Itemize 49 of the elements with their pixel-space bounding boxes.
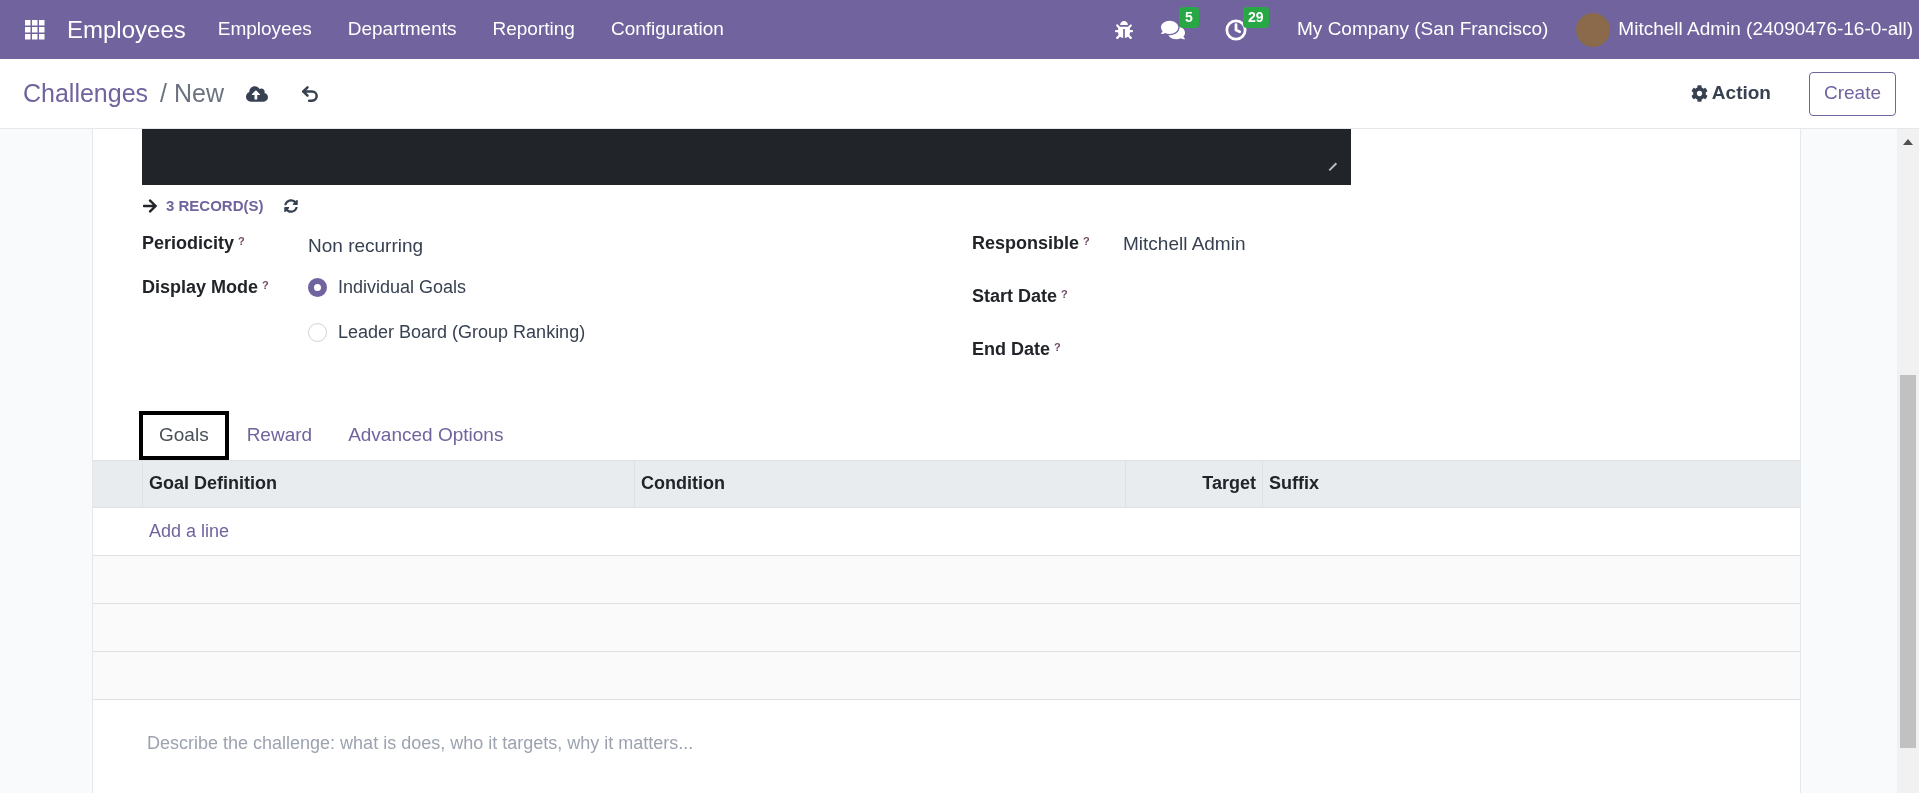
app-grid-icon[interactable] — [25, 19, 45, 40]
help-tooltip-mark[interactable]: ? — [1061, 287, 1068, 300]
tab[interactable]: Advanced Options — [330, 410, 522, 460]
refresh-icon[interactable] — [283, 199, 298, 214]
action-button[interactable]: Action — [1690, 79, 1771, 108]
column-header[interactable]: Goal Definition — [142, 460, 634, 507]
field-label: Periodicity $^{?}$ — [142, 231, 246, 255]
tab[interactable]: Reward — [228, 410, 331, 460]
column-header[interactable]: Suffix — [1262, 460, 1754, 507]
scroll-up-icon[interactable] — [1903, 139, 1913, 145]
debug-bug-icon[interactable] — [1115, 20, 1134, 39]
radio-label: Leader Board (Group Ranking) — [338, 321, 586, 344]
help-tooltip-mark[interactable]: ? — [262, 279, 269, 291]
help-tooltip-mark[interactable]: ? — [238, 234, 245, 247]
add-line-link[interactable]: Add a line — [149, 517, 230, 545]
create-button[interactable]: Create — [1808, 71, 1896, 116]
app-name[interactable]: Employees — [67, 11, 186, 48]
activities-count-badge: 29 — [1243, 6, 1269, 28]
field-label: Start Date $^{?}$ — [972, 284, 1069, 308]
clock-icon[interactable] — [1225, 18, 1248, 41]
radio-label: Individual Goals — [338, 276, 467, 299]
field-value[interactable]: Non recurring — [308, 229, 424, 260]
user-menu[interactable]: Mitchell Admin (24090476-16-0-all) — [1618, 15, 1913, 44]
menu-item[interactable]: Configuration — [592, 15, 742, 44]
breadcrumb-current: / New — [160, 77, 224, 109]
column-header[interactable]: Target — [1125, 460, 1262, 507]
menu-item[interactable]: Reporting — [474, 15, 593, 44]
help-tooltip-mark[interactable]: ? — [1083, 234, 1090, 247]
radio-button[interactable] — [308, 278, 327, 297]
breadcrumb-parent[interactable]: Challenges — [23, 74, 149, 113]
menu-item[interactable]: Departments — [329, 15, 475, 44]
messages-count-badge: 5 — [1179, 6, 1199, 28]
field-label: Responsible $^{?}$ — [972, 231, 1091, 255]
scrollbar-thumb[interactable] — [1900, 375, 1916, 748]
save-cloud-icon[interactable] — [246, 83, 268, 104]
menu-item[interactable]: Employees — [199, 15, 330, 44]
field-value[interactable]: Mitchell Admin — [1123, 229, 1246, 283]
scrollbar[interactable] — [1897, 129, 1919, 793]
column-header[interactable]: Condition — [634, 460, 1125, 507]
settings-icon — [1690, 85, 1708, 102]
records-link[interactable]: 3 RECORD(S) — [166, 195, 264, 218]
discard-undo-icon[interactable] — [300, 83, 320, 104]
field-label: Display Mode $^{?}$ — [142, 276, 270, 299]
tab[interactable]: Goals — [139, 410, 229, 460]
chat-bubbles-icon[interactable] — [1161, 18, 1186, 41]
field-label: End Date $^{?}$ — [972, 337, 1062, 361]
company-switcher[interactable]: My Company (San Francisco) — [1297, 15, 1549, 44]
arrow-right-icon — [142, 198, 158, 215]
help-tooltip-mark[interactable]: ? — [1054, 340, 1061, 353]
